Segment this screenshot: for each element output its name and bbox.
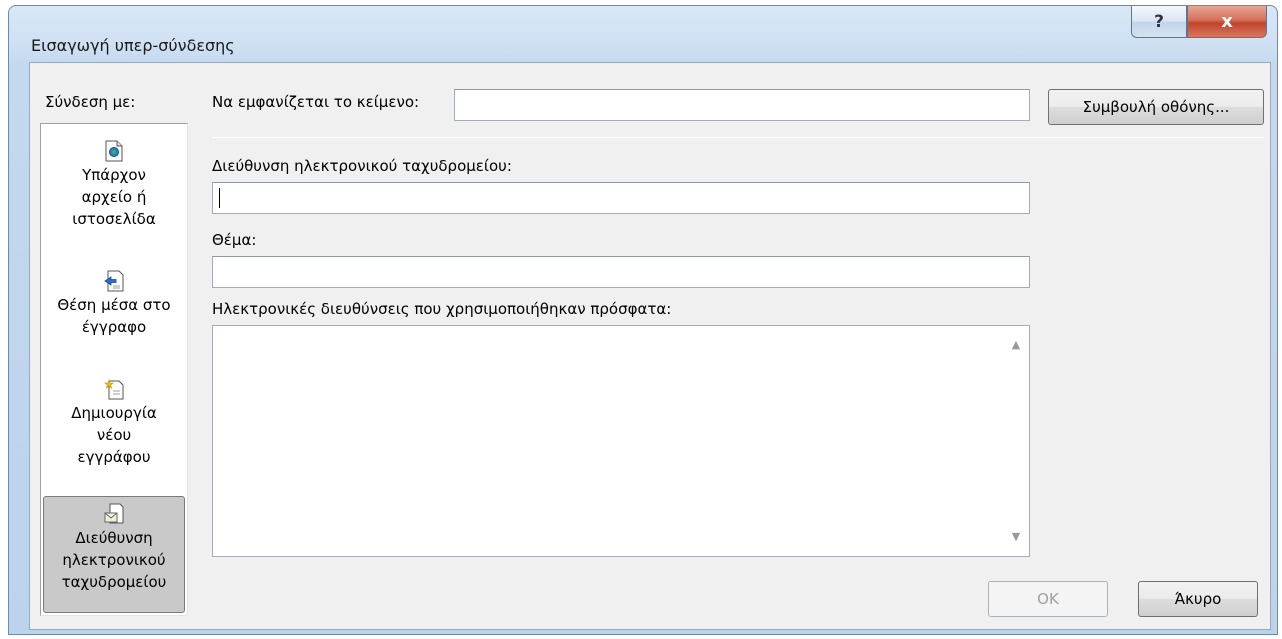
email-address-input[interactable]	[212, 182, 1030, 214]
display-text-label: Να εμφανίζεται το κείμενο:	[212, 93, 420, 111]
link-email-address[interactable]: Διεύθυνση ηλεκτρονικού ταχυδρομείου	[43, 496, 185, 613]
cancel-button[interactable]: Άκυρο	[1138, 581, 1258, 617]
subject-label: Θέμα:	[212, 231, 257, 249]
text-caret	[219, 188, 220, 208]
nav-item-label-line: ιστοσελίδα	[72, 210, 156, 228]
existing-file-icon	[105, 140, 123, 162]
help-button[interactable]: ?	[1131, 6, 1187, 38]
nav-item-label-line: έγγραφο	[81, 318, 147, 336]
dialog-body: Σύνδεση με: Υπάρχον αρχείο ή ιστοσελίδα	[29, 62, 1271, 630]
link-with-label: Σύνδεση με:	[45, 93, 136, 111]
nav-item-label-line: εγγράφου	[77, 448, 151, 466]
link-existing-file[interactable]: Υπάρχον αρχείο ή ιστοσελίδα	[43, 134, 185, 244]
link-with-pane: Υπάρχον αρχείο ή ιστοσελίδα Θέση μέσα στ…	[40, 123, 188, 616]
dialog-title: Εισαγωγή υπερ-σύνδεσης	[31, 36, 235, 55]
recent-addresses-label: Ηλεκτρονικές διευθύνσεις που χρησιμοποιή…	[212, 300, 672, 318]
nav-item-label-line: νέου	[96, 426, 132, 444]
nav-item-label-line: ηλεκτρονικού	[62, 551, 166, 569]
nav-item-label-line: Υπάρχον	[82, 166, 146, 184]
email-address-icon	[104, 503, 124, 524]
recent-addresses-list[interactable]: ▲ ▼	[212, 325, 1030, 557]
new-document-icon	[104, 379, 124, 400]
nav-item-label-line: ταχυδρομείου	[61, 573, 167, 591]
nav-item-label-line: Θέση μέσα στο	[57, 296, 171, 314]
subject-input[interactable]	[212, 256, 1030, 288]
ok-button[interactable]: OK	[988, 581, 1108, 617]
close-icon: x	[1221, 11, 1233, 32]
place-in-document-icon	[104, 270, 124, 292]
scroll-down-arrow-icon[interactable]: ▼	[1009, 530, 1023, 544]
email-address-label: Διεύθυνση ηλεκτρονικού ταχυδρομείου:	[212, 157, 512, 175]
display-text-input[interactable]	[454, 89, 1030, 121]
link-create-new-document[interactable]: Δημιουργία νέου εγγράφου	[43, 372, 185, 484]
screen-tip-button[interactable]: Συμβουλή οθόνης...	[1048, 89, 1264, 125]
nav-item-label-line: Διεύθυνση	[75, 529, 153, 547]
nav-item-label-line: Δημιουργία	[71, 404, 157, 422]
nav-item-label-line: αρχείο ή	[81, 188, 147, 206]
close-button[interactable]: x	[1187, 6, 1267, 38]
hyperlink-dialog: Εισαγωγή υπερ-σύνδεσης ? x Σύνδεση με: Υ…	[8, 5, 1278, 635]
title-bar[interactable]: Εισαγωγή υπερ-σύνδεσης ? x	[9, 6, 1277, 62]
scroll-up-arrow-icon[interactable]: ▲	[1009, 338, 1023, 352]
divider	[212, 137, 1264, 138]
link-place-in-document[interactable]: Θέση μέσα στο έγγραφο	[43, 264, 185, 354]
help-icon: ?	[1154, 11, 1164, 32]
